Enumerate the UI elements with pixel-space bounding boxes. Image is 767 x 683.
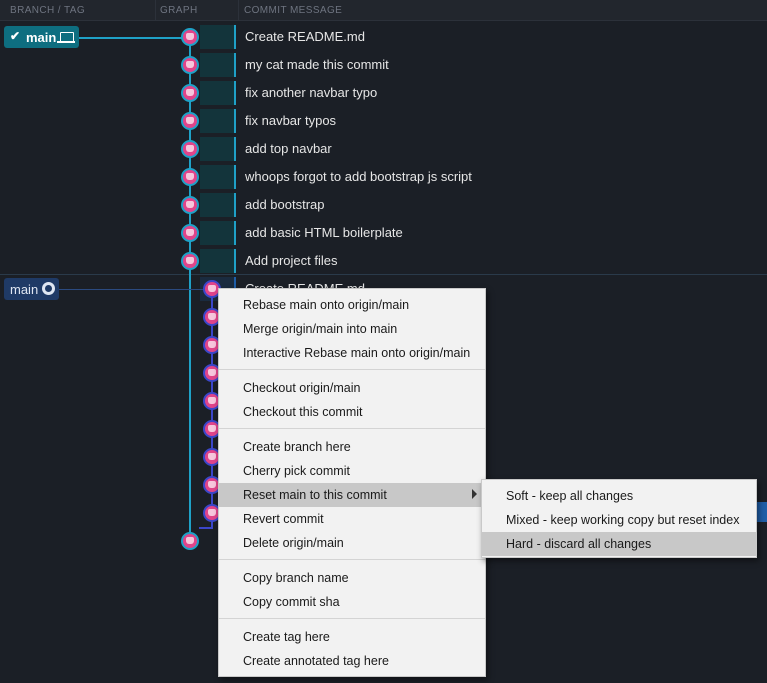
commit-node-icon[interactable] [181, 112, 199, 130]
menu-item-interactive-rebase[interactable]: Interactive Rebase main onto origin/main [219, 341, 485, 365]
menu-item-create-tag[interactable]: Create tag here [219, 625, 485, 649]
menu-item-create-branch[interactable]: Create branch here [219, 435, 485, 459]
branch-name: main [26, 30, 57, 45]
menu-item-checkout-origin[interactable]: Checkout origin/main [219, 376, 485, 400]
graph-column-header: GRAPH [160, 5, 198, 16]
commit-node-icon[interactable] [181, 532, 199, 550]
local-branch-label[interactable]: ✔ main [4, 26, 79, 48]
commit-node-icon[interactable] [181, 252, 199, 270]
menu-item-create-annotated-tag[interactable]: Create annotated tag here [219, 649, 485, 673]
commit-message: whoops forgot to add bootstrap js script [245, 169, 472, 184]
commit-node-icon[interactable] [181, 168, 199, 186]
column-header: BRANCH / TAG GRAPH COMMIT MESSAGE [0, 0, 767, 21]
branch-name: main [10, 282, 39, 297]
menu-item-reset[interactable]: Reset main to this commit [219, 483, 485, 507]
commit-message: Add project files [245, 253, 338, 268]
context-menu: Rebase main onto origin/main Merge origi… [218, 288, 486, 677]
submenu-item-hard[interactable]: Hard - discard all changes [482, 532, 756, 556]
commit-message: add basic HTML boilerplate [245, 225, 403, 240]
menu-item-cherry-pick[interactable]: Cherry pick commit [219, 459, 485, 483]
commit-node-icon[interactable] [181, 196, 199, 214]
graph-merge-line [199, 527, 213, 529]
branch-tag-column-header: BRANCH / TAG [10, 5, 85, 16]
commit-row[interactable]: fix navbar typos [0, 107, 767, 135]
submenu-item-soft[interactable]: Soft - keep all changes [482, 484, 756, 508]
menu-item-checkout-commit[interactable]: Checkout this commit [219, 400, 485, 424]
remote-branch-label[interactable]: main [4, 278, 59, 300]
commit-row[interactable]: add bootstrap [0, 191, 767, 219]
menu-item-rebase[interactable]: Rebase main onto origin/main [219, 293, 485, 317]
remote-branch-connector [59, 289, 209, 290]
menu-item-copy-sha[interactable]: Copy commit sha [219, 590, 485, 614]
commit-node-icon[interactable] [181, 28, 199, 46]
commit-row[interactable]: whoops forgot to add bootstrap js script [0, 163, 767, 191]
commit-row[interactable]: add basic HTML boilerplate [0, 219, 767, 247]
commit-message: fix navbar typos [245, 113, 337, 128]
submenu-item-mixed[interactable]: Mixed - keep working copy but reset inde… [482, 508, 756, 532]
commit-message: Create README.md [245, 29, 365, 44]
menu-item-copy-branch-name[interactable]: Copy branch name [219, 566, 485, 590]
menu-item-merge[interactable]: Merge origin/main into main [219, 317, 485, 341]
commit-row[interactable]: my cat made this commit [0, 51, 767, 79]
commit-message: fix another navbar typo [245, 85, 378, 100]
commit-row[interactable]: fix another navbar typo [0, 79, 767, 107]
reset-submenu: Soft - keep all changes Mixed - keep wor… [481, 479, 757, 558]
commit-row[interactable]: Add project files [0, 247, 767, 275]
commit-node-icon[interactable] [181, 140, 199, 158]
commit-node-icon[interactable] [181, 224, 199, 242]
submenu-arrow-icon [472, 489, 477, 499]
commit-node-icon[interactable] [181, 84, 199, 102]
menu-item-delete-origin[interactable]: Delete origin/main [219, 531, 485, 555]
commit-message: my cat made this commit [245, 57, 389, 72]
github-icon [42, 282, 55, 295]
checkmark-icon: ✔ [10, 29, 21, 43]
menu-item-revert[interactable]: Revert commit [219, 507, 485, 531]
branch-connector [79, 37, 189, 39]
laptop-icon [57, 32, 75, 43]
commit-node-icon[interactable] [181, 56, 199, 74]
commit-message: add bootstrap [245, 197, 325, 212]
commit-row[interactable]: add top navbar [0, 135, 767, 163]
commit-message-column-header: COMMIT MESSAGE [244, 5, 343, 16]
commit-message: add top navbar [245, 141, 332, 156]
